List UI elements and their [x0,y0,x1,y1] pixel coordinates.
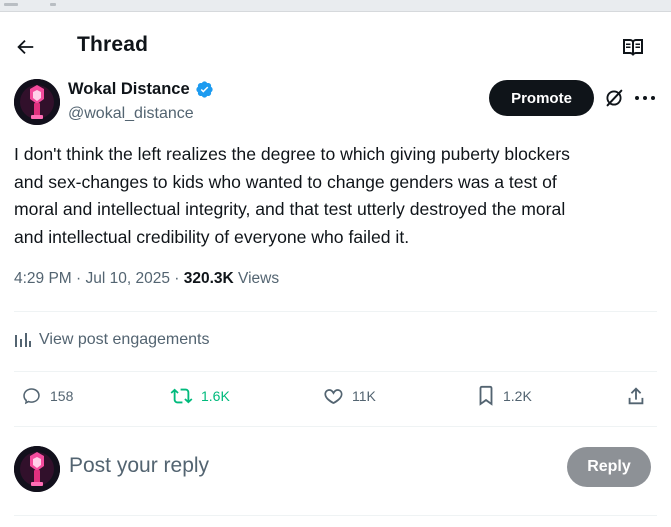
reader-icon [623,39,643,56]
tab-fragment [4,3,18,6]
page-title: Thread [77,33,149,56]
author-handle[interactable]: @wokal_distance [68,105,194,123]
grok-button[interactable] [602,86,626,110]
reader-mode-button[interactable] [620,35,646,59]
avatar-image [14,79,60,125]
share-icon [628,387,644,405]
like-count: 11K [352,388,376,404]
meta-separator: · [169,270,184,287]
post-text-line: moral and intellectual integrity, and th… [14,199,566,219]
author-name[interactable]: Wokal Distance [68,80,190,99]
verified-badge-icon[interactable] [195,80,214,99]
views-count: 320.3K [183,270,234,287]
reply-icon [23,388,40,405]
back-arrow-icon [17,39,34,55]
tab-fragment [50,3,56,6]
bookmark-action[interactable]: 1.2K [476,385,532,407]
post-timestamp[interactable]: 4:29 PM · Jul 10, 2025 [14,270,170,287]
divider [14,426,657,427]
thread-header: Thread [0,26,671,66]
post-text-line: and sex-changes to kids who wanted to ch… [14,171,557,192]
promote-button[interactable]: Promote [489,80,594,116]
repost-icon [170,388,193,404]
divider [14,311,657,312]
author-name-row[interactable]: Wokal Distance [68,80,214,99]
reply-count: 158 [50,388,74,404]
grok-icon [606,89,623,107]
repost-action[interactable]: 1.6K [169,385,230,407]
reply-button[interactable]: Reply [567,447,651,487]
post-text-line: I don't think the left realizes the degr… [14,144,570,164]
current-user-avatar[interactable] [14,446,60,492]
like-icon [324,389,343,404]
avatar-image [14,446,60,492]
like-action[interactable]: 11K [322,385,376,407]
analytics-icon [15,333,31,347]
bookmark-count: 1.2K [503,388,532,404]
repost-count: 1.6K [201,388,230,404]
post-text: I don't think the left realizes the degr… [14,141,659,251]
share-action[interactable] [625,385,647,407]
back-button[interactable] [12,34,38,60]
divider [14,515,657,516]
author-avatar[interactable] [14,79,60,125]
reply-action[interactable]: 158 [20,385,73,407]
more-options-button[interactable] [632,86,658,110]
browser-top-strip [0,0,671,12]
post-text-line: and intellectual credibility of everyone… [14,226,410,247]
divider [14,371,657,372]
reply-input[interactable]: Post your reply [69,454,209,478]
views-label: Views [233,270,280,287]
more-icon [635,96,655,100]
bookmark-icon [479,385,493,406]
view-engagements-link[interactable]: View post engagements [14,331,209,349]
post-meta: 4:29 PM · Jul 10, 2025 · 320.3K Views [14,270,279,288]
engagements-label: View post engagements [39,331,210,348]
